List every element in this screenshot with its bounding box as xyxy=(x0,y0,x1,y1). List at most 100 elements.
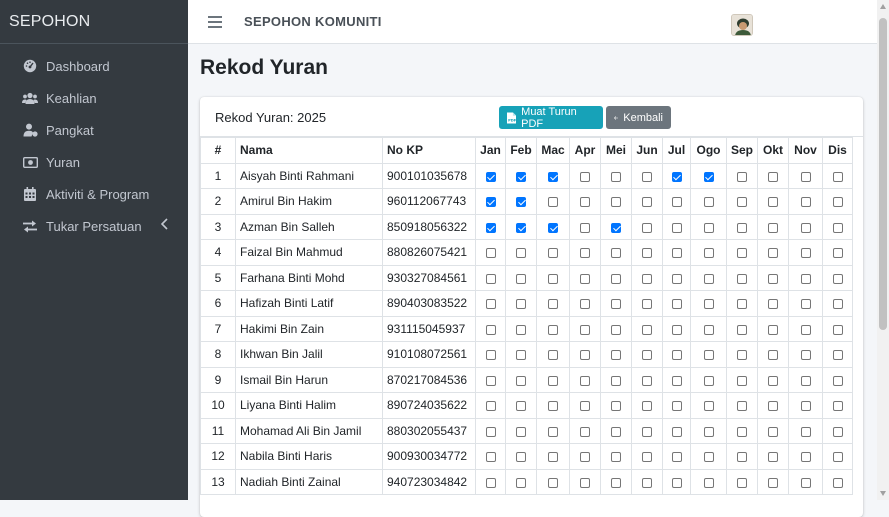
payment-checkbox-ogo[interactable] xyxy=(703,197,714,208)
payment-checkbox-jul[interactable] xyxy=(671,197,682,208)
payment-checkbox-feb[interactable] xyxy=(516,375,526,386)
payment-checkbox-ogo[interactable] xyxy=(703,477,714,488)
payment-checkbox-jun[interactable] xyxy=(642,401,652,412)
payment-checkbox-apr[interactable] xyxy=(580,426,590,437)
payment-checkbox-mei[interactable] xyxy=(611,401,621,412)
payment-checkbox-okt[interactable] xyxy=(768,324,778,335)
payment-checkbox-jan[interactable] xyxy=(485,171,496,182)
sidebar-item-dashboard[interactable]: Dashboard xyxy=(0,50,188,82)
payment-checkbox-nov[interactable] xyxy=(800,324,811,335)
payment-checkbox-jun[interactable] xyxy=(642,248,652,259)
sidebar-item-yuran[interactable]: Yuran xyxy=(0,146,188,178)
payment-checkbox-okt[interactable] xyxy=(768,477,778,488)
payment-checkbox-jul[interactable] xyxy=(671,350,682,361)
payment-checkbox-feb[interactable] xyxy=(516,426,526,437)
payment-checkbox-jul[interactable] xyxy=(671,401,682,412)
payment-checkbox-feb[interactable] xyxy=(516,477,526,488)
payment-checkbox-mac[interactable] xyxy=(548,401,558,412)
payment-checkbox-apr[interactable] xyxy=(580,375,590,386)
payment-checkbox-dis[interactable] xyxy=(832,299,843,310)
payment-checkbox-mac[interactable] xyxy=(548,426,558,437)
payment-checkbox-mei[interactable] xyxy=(611,248,621,259)
payment-checkbox-mac[interactable] xyxy=(548,324,558,335)
payment-checkbox-sep[interactable] xyxy=(737,197,747,208)
payment-checkbox-sep[interactable] xyxy=(737,350,747,361)
back-button[interactable]: Kembali xyxy=(606,106,671,129)
payment-checkbox-jun[interactable] xyxy=(642,273,652,284)
payment-checkbox-jul[interactable] xyxy=(671,273,682,284)
scrollbar-thumb[interactable] xyxy=(879,18,887,330)
payment-checkbox-dis[interactable] xyxy=(832,324,843,335)
payment-checkbox-jul[interactable] xyxy=(671,426,682,437)
payment-checkbox-mei[interactable] xyxy=(611,197,621,208)
payment-checkbox-okt[interactable] xyxy=(768,299,778,310)
payment-checkbox-dis[interactable] xyxy=(832,375,843,386)
payment-checkbox-sep[interactable] xyxy=(737,324,747,335)
payment-checkbox-feb[interactable] xyxy=(516,273,526,284)
payment-checkbox-mei[interactable] xyxy=(611,426,621,437)
payment-checkbox-ogo[interactable] xyxy=(703,171,714,182)
payment-checkbox-apr[interactable] xyxy=(580,401,590,412)
payment-checkbox-jun[interactable] xyxy=(642,426,652,437)
payment-checkbox-nov[interactable] xyxy=(800,350,811,361)
payment-checkbox-mac[interactable] xyxy=(548,299,558,310)
payment-checkbox-jun[interactable] xyxy=(642,375,652,386)
sidebar-item-tukar-persatuan[interactable]: Tukar Persatuan xyxy=(0,210,188,242)
payment-checkbox-jan[interactable] xyxy=(485,350,496,361)
payment-checkbox-ogo[interactable] xyxy=(703,324,714,335)
payment-checkbox-sep[interactable] xyxy=(737,452,747,463)
payment-checkbox-dis[interactable] xyxy=(832,477,843,488)
avatar[interactable] xyxy=(731,14,753,36)
payment-checkbox-dis[interactable] xyxy=(832,273,843,284)
payment-checkbox-mac[interactable] xyxy=(548,248,558,259)
payment-checkbox-sep[interactable] xyxy=(737,299,747,310)
payment-checkbox-apr[interactable] xyxy=(580,477,590,488)
payment-checkbox-jul[interactable] xyxy=(671,375,682,386)
payment-checkbox-ogo[interactable] xyxy=(703,375,714,386)
payment-checkbox-jan[interactable] xyxy=(485,222,496,233)
payment-checkbox-okt[interactable] xyxy=(768,426,778,437)
payment-checkbox-mac[interactable] xyxy=(548,171,558,182)
payment-checkbox-dis[interactable] xyxy=(832,350,843,361)
payment-checkbox-sep[interactable] xyxy=(737,273,747,284)
payment-checkbox-mei[interactable] xyxy=(611,171,621,182)
scroll-down-icon[interactable] xyxy=(880,491,886,496)
payment-checkbox-feb[interactable] xyxy=(516,350,526,361)
payment-checkbox-okt[interactable] xyxy=(768,452,778,463)
payment-checkbox-nov[interactable] xyxy=(800,477,811,488)
payment-checkbox-nov[interactable] xyxy=(800,375,811,386)
menu-toggle-icon[interactable] xyxy=(208,15,222,28)
payment-checkbox-ogo[interactable] xyxy=(703,350,714,361)
payment-checkbox-jun[interactable] xyxy=(642,452,652,463)
payment-checkbox-apr[interactable] xyxy=(580,171,590,182)
payment-checkbox-sep[interactable] xyxy=(737,248,747,259)
payment-checkbox-mei[interactable] xyxy=(611,452,621,463)
payment-checkbox-feb[interactable] xyxy=(516,324,526,335)
payment-checkbox-okt[interactable] xyxy=(768,401,778,412)
payment-checkbox-ogo[interactable] xyxy=(703,401,714,412)
payment-checkbox-mei[interactable] xyxy=(611,299,621,310)
payment-checkbox-apr[interactable] xyxy=(580,324,590,335)
payment-checkbox-sep[interactable] xyxy=(737,426,747,437)
download-pdf-button[interactable]: PDF Muat Turun PDF xyxy=(499,106,603,130)
payment-checkbox-dis[interactable] xyxy=(832,222,843,233)
payment-checkbox-jun[interactable] xyxy=(642,171,652,182)
payment-checkbox-jan[interactable] xyxy=(485,375,496,386)
payment-checkbox-nov[interactable] xyxy=(800,452,811,463)
payment-checkbox-okt[interactable] xyxy=(768,248,778,259)
payment-checkbox-okt[interactable] xyxy=(768,375,778,386)
payment-checkbox-jul[interactable] xyxy=(671,324,682,335)
payment-checkbox-feb[interactable] xyxy=(516,171,526,182)
payment-checkbox-ogo[interactable] xyxy=(703,248,714,259)
payment-checkbox-nov[interactable] xyxy=(800,248,811,259)
payment-checkbox-feb[interactable] xyxy=(516,299,526,310)
payment-checkbox-okt[interactable] xyxy=(768,197,778,208)
payment-checkbox-feb[interactable] xyxy=(516,452,526,463)
payment-checkbox-ogo[interactable] xyxy=(703,222,714,233)
payment-checkbox-dis[interactable] xyxy=(832,452,843,463)
page-scrollbar[interactable] xyxy=(877,0,889,500)
payment-checkbox-sep[interactable] xyxy=(737,222,747,233)
payment-checkbox-nov[interactable] xyxy=(800,401,811,412)
payment-checkbox-mei[interactable] xyxy=(611,477,621,488)
payment-checkbox-jul[interactable] xyxy=(671,299,682,310)
